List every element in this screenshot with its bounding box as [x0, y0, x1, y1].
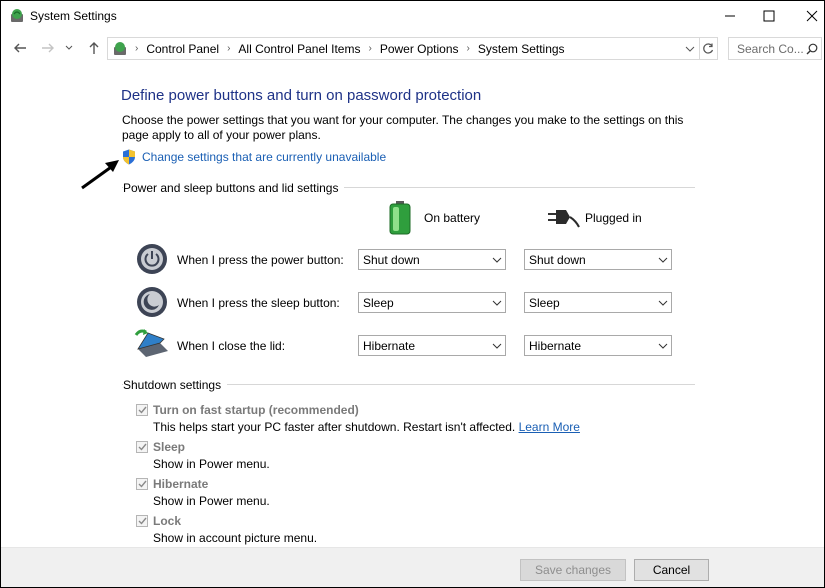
control-panel-icon	[114, 41, 126, 55]
select-value: Shut down	[363, 252, 420, 267]
back-button[interactable]	[11, 39, 29, 57]
select-value: Hibernate	[363, 338, 416, 353]
maximize-button[interactable]	[746, 1, 792, 31]
search-box[interactable]: Search Co...	[728, 37, 822, 60]
hibernate-option-description: Show in Power menu.	[153, 494, 270, 508]
search-icon	[806, 43, 818, 54]
checkmark-icon	[138, 480, 147, 488]
annotation-arrow	[81, 160, 119, 190]
checkmark-icon	[138, 443, 147, 451]
lock-option-label: Lock	[153, 514, 182, 528]
fast-startup-desc-text: This helps start your PC faster after sh…	[153, 420, 516, 434]
select-value: Hibernate	[529, 338, 582, 353]
fast-startup-label: Turn on fast startup (recommended)	[153, 403, 359, 417]
save-changes-button[interactable]: Save changes	[520, 559, 626, 581]
uac-shield-icon	[123, 149, 135, 165]
search-placeholder[interactable]: Search Co...	[729, 42, 804, 56]
sleep-option-description: Show in Power menu.	[153, 457, 270, 471]
chevron-down-icon	[65, 45, 73, 50]
chevron-down-icon[interactable]	[685, 46, 695, 52]
minimize-icon	[725, 15, 735, 17]
breadcrumb-control-panel[interactable]: Control Panel	[144, 42, 221, 56]
change-settings-link[interactable]: Change settings that are currently unava…	[142, 150, 386, 164]
system-settings-window: System Settings › Control Panel › All Co…	[0, 0, 825, 588]
power-button-plugged-select[interactable]: Shut down	[524, 249, 672, 270]
chevron-right-icon: ›	[466, 43, 470, 54]
title-bar: System Settings	[1, 1, 824, 31]
page-description: Choose the power settings that you want …	[122, 113, 684, 142]
chevron-down-icon	[655, 257, 671, 263]
forward-button[interactable]	[39, 39, 57, 57]
hibernate-checkbox[interactable]	[136, 478, 148, 490]
hibernate-option-label: Hibernate	[153, 477, 209, 491]
close-button[interactable]	[789, 1, 824, 31]
chevron-down-icon	[489, 257, 505, 263]
breadcrumb-power-options[interactable]: Power Options	[378, 42, 461, 56]
close-icon	[806, 10, 818, 22]
refresh-button[interactable]	[699, 37, 718, 60]
breadcrumb-system-settings[interactable]: System Settings	[476, 42, 567, 56]
laptop-lid-icon	[134, 329, 168, 357]
control-panel-icon	[11, 9, 23, 22]
sleep-checkbox[interactable]	[136, 441, 148, 453]
cancel-button[interactable]: Cancel	[634, 559, 709, 581]
chevron-down-icon	[655, 300, 671, 306]
select-value: Sleep	[529, 295, 560, 310]
up-arrow-icon	[89, 42, 99, 54]
lock-checkbox[interactable]	[136, 515, 148, 527]
sleep-button-label: When I press the sleep button:	[177, 296, 340, 310]
fast-startup-checkbox[interactable]	[136, 404, 148, 416]
select-value: Sleep	[363, 295, 394, 310]
up-button[interactable]	[85, 39, 103, 57]
sleep-button-icon	[137, 287, 167, 317]
checkmark-icon	[138, 406, 147, 414]
page-heading: Define power buttons and turn on passwor…	[121, 87, 482, 104]
power-button-battery-select[interactable]: Shut down	[358, 249, 506, 270]
address-bar[interactable]: › Control Panel › All Control Panel Item…	[107, 37, 700, 60]
forward-arrow-icon	[42, 43, 54, 53]
lock-option-description: Show in account picture menu.	[153, 531, 318, 545]
chevron-right-icon: ›	[135, 43, 139, 54]
chevron-down-icon	[655, 343, 671, 349]
column-on-battery: On battery	[424, 211, 481, 225]
back-arrow-icon	[14, 43, 26, 53]
power-button-label: When I press the power button:	[177, 253, 344, 267]
power-section-title: Power and sleep buttons and lid settings	[123, 181, 345, 195]
close-lid-battery-select[interactable]: Hibernate	[358, 335, 506, 356]
chevron-down-icon	[489, 300, 505, 306]
power-plug-icon	[548, 210, 580, 228]
recent-locations-button[interactable]	[63, 39, 75, 57]
column-plugged-in: Plugged in	[585, 211, 642, 225]
chevron-right-icon: ›	[368, 43, 372, 54]
maximize-icon	[763, 10, 775, 22]
checkmark-icon	[138, 517, 147, 525]
sleep-button-battery-select[interactable]: Sleep	[358, 292, 506, 313]
power-button-icon	[137, 244, 167, 274]
chevron-down-icon	[489, 343, 505, 349]
refresh-icon	[703, 42, 714, 54]
learn-more-link[interactable]: Learn More	[519, 420, 580, 434]
window-title: System Settings	[30, 9, 117, 23]
fast-startup-description: This helps start your PC faster after sh…	[153, 420, 580, 434]
shutdown-section-title: Shutdown settings	[123, 378, 228, 392]
sleep-button-plugged-select[interactable]: Sleep	[524, 292, 672, 313]
sleep-option-label: Sleep	[153, 440, 186, 454]
select-value: Shut down	[529, 252, 586, 267]
close-lid-plugged-select[interactable]: Hibernate	[524, 335, 672, 356]
chevron-right-icon: ›	[227, 43, 231, 54]
battery-icon	[389, 201, 411, 235]
close-lid-label: When I close the lid:	[177, 339, 286, 353]
breadcrumb-all-items[interactable]: All Control Panel Items	[236, 42, 362, 56]
